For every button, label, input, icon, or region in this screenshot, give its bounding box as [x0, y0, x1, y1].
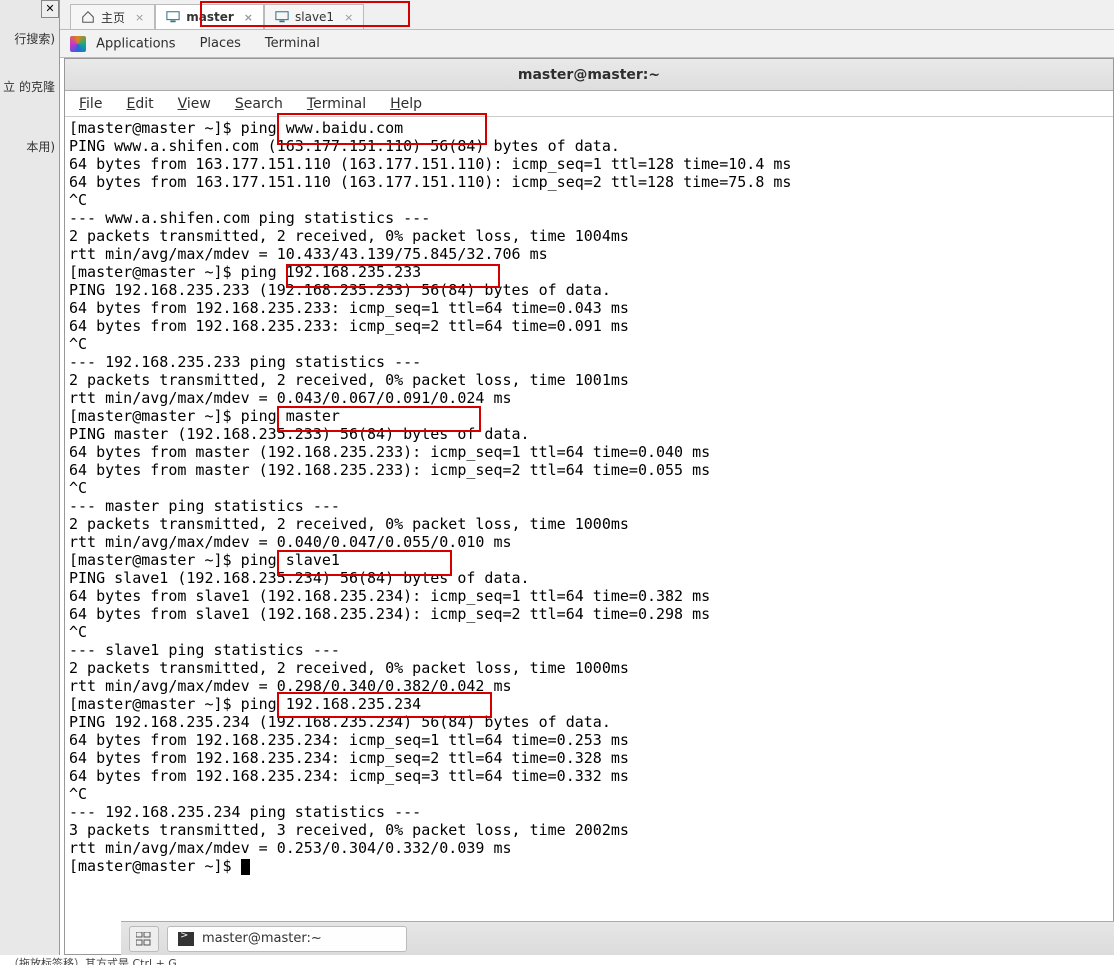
menu-file[interactable]: File [79, 96, 102, 112]
terminal-icon [178, 932, 194, 946]
tab-master-label: master [186, 10, 234, 24]
sidebar-text-2: 立 的克隆 [3, 78, 55, 95]
applications-icon [70, 36, 86, 52]
vm-tab-bar: 主页 × master × slave1 × [60, 0, 1114, 30]
home-icon [81, 10, 95, 24]
terminal-window: master@master:~ File Edit View Search Te… [64, 58, 1114, 955]
taskbar-terminal-label: master@master:~ [202, 931, 322, 946]
sidebar-text-3: 本用) [26, 138, 55, 155]
tab-home-label: 主页 [101, 9, 125, 26]
gnome-taskbar: master@master:~ [121, 921, 1114, 955]
monitor-icon [275, 10, 289, 24]
close-icon[interactable]: × [244, 11, 253, 24]
taskbar-terminal-entry[interactable]: master@master:~ [167, 926, 407, 952]
terminal-titlebar[interactable]: master@master:~ [65, 59, 1113, 91]
tab-slave1[interactable]: slave1 × [264, 4, 364, 29]
gnome-top-bar: Applications Places Terminal [60, 30, 1114, 58]
sidebar-text-1: 行搜索) [14, 30, 55, 47]
tab-home[interactable]: 主页 × [70, 4, 155, 29]
monitor-icon [166, 10, 180, 24]
menu-places[interactable]: Places [200, 36, 241, 51]
close-icon[interactable]: × [344, 11, 353, 24]
window-list-button[interactable] [129, 926, 159, 952]
terminal-title: master@master:~ [518, 67, 660, 83]
menu-terminal[interactable]: Terminal [265, 36, 320, 51]
menu-search[interactable]: Search [235, 96, 283, 112]
close-icon[interactable]: ✕ [41, 0, 59, 18]
tab-master[interactable]: master × [155, 4, 264, 29]
menu-terminal[interactable]: Terminal [307, 96, 366, 112]
status-strip: （拖放标签移）其方式是 Ctrl + G [0, 955, 1114, 965]
terminal-menu-bar: File Edit View Search Terminal Help [65, 91, 1113, 117]
menu-edit[interactable]: Edit [126, 96, 153, 112]
close-icon[interactable]: × [135, 11, 144, 24]
tab-slave1-label: slave1 [295, 10, 334, 24]
terminal-body[interactable]: [master@master ~]$ ping www.baidu.com PI… [65, 117, 1113, 954]
menu-applications-label: Applications [96, 36, 175, 51]
left-sidebar-cropped: ✕ 行搜索) 立 的克隆 本用) [0, 0, 60, 960]
menu-view[interactable]: View [178, 96, 211, 112]
menu-help[interactable]: Help [390, 96, 422, 112]
menu-applications[interactable]: Applications [70, 36, 176, 52]
